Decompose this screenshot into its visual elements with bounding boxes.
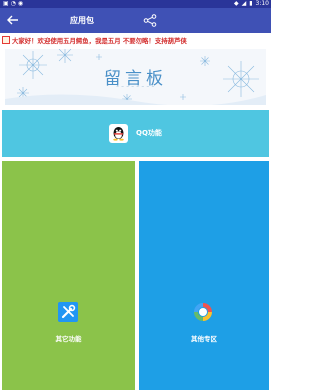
battery-icon: ▮ [249, 0, 253, 7]
app-bar: 应用包 [0, 8, 271, 33]
speaker-icon [2, 36, 10, 44]
qq-penguin-icon [109, 124, 128, 143]
notification-icon: ▣ [3, 0, 9, 7]
ring-icon [194, 303, 212, 321]
status-bar: ▣ ◔ ◉ ◆ ◢ ▮ 3:10 [0, 0, 271, 8]
other-zone-tile[interactable]: 其他专区 [139, 161, 269, 390]
qq-function-tile[interactable]: QQ功能 [2, 110, 269, 157]
location-icon: ◆ [233, 0, 239, 7]
android-icon: ◉ [17, 0, 24, 7]
share-icon[interactable] [143, 14, 157, 27]
back-arrow-icon[interactable] [6, 14, 20, 26]
message-board-banner[interactable]: 留言板 ~ ~ ~ ~ ~ ~ ~ ~ [5, 49, 266, 105]
status-time: 3:10 [255, 0, 269, 7]
signal-icon: ◢ [241, 0, 247, 7]
notice-text: 大家好！欢迎使用五月鳄鱼，我是五月 不要勿略！支持葫芦侠 [12, 36, 187, 45]
tools-icon [58, 302, 78, 322]
other-zone-label: 其他专区 [191, 335, 217, 343]
page-title: 应用包 [70, 16, 94, 25]
qq-function-label: QQ功能 [136, 129, 162, 137]
other-functions-tile[interactable]: 其它功能 [2, 161, 135, 390]
notice-marquee: 大家好！欢迎使用五月鳄鱼，我是五月 不要勿略！支持葫芦侠 [0, 33, 271, 47]
board-decor-text: ~ ~ ~ ~ ~ ~ ~ ~ [116, 85, 155, 89]
other-functions-label: 其它功能 [55, 335, 82, 343]
wifi-icon: ◔ [10, 0, 16, 7]
